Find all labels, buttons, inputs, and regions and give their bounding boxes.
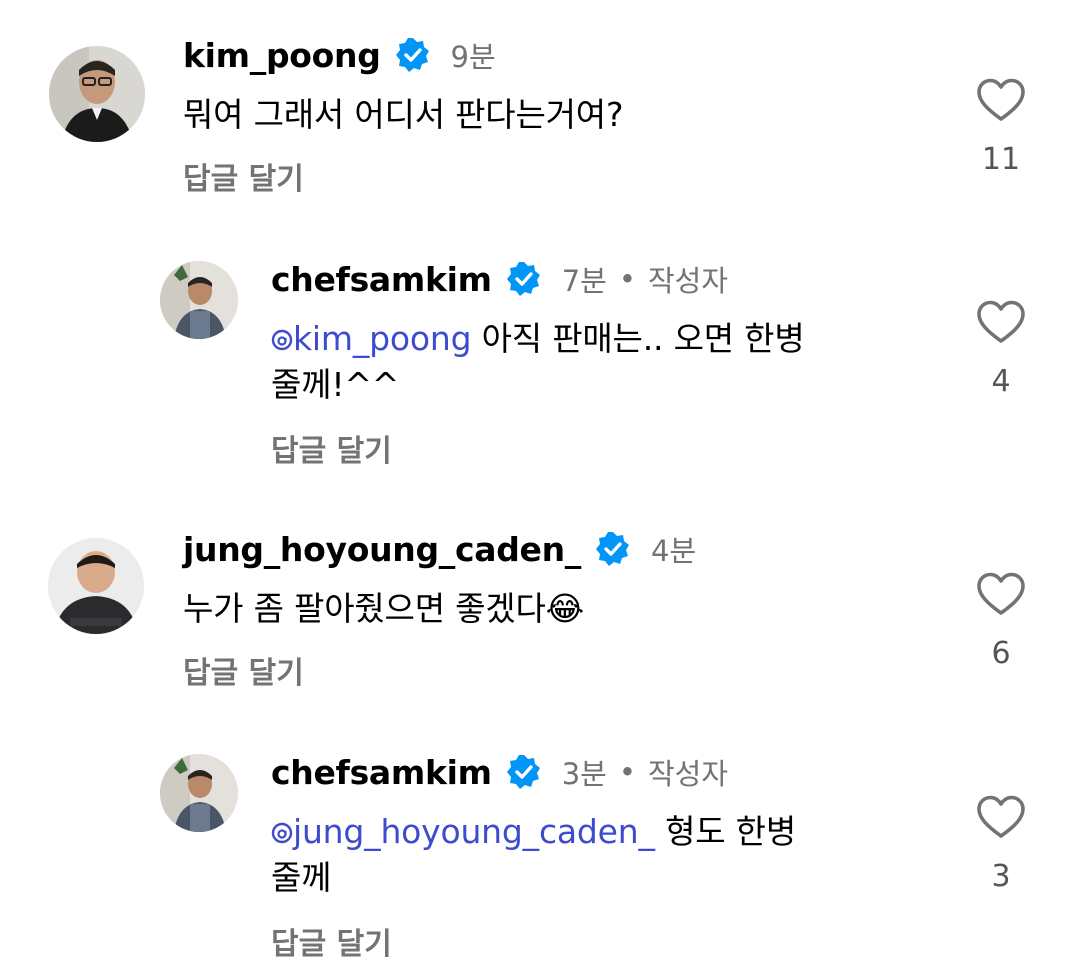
timestamp: 4분 — [651, 534, 697, 568]
reply-button[interactable]: 답글 달기 — [271, 426, 392, 470]
comment-header: chefsamkim 7분 • 작성자 — [271, 258, 728, 300]
timestamp: 9분 — [450, 40, 496, 74]
comment-text: 누가 좀 팔아줬으면 좋겠다😂 — [183, 586, 584, 632]
reply-button[interactable]: 답글 달기 — [271, 919, 392, 963]
reply-button[interactable]: 답글 달기 — [183, 648, 304, 692]
like-control: 3 — [975, 795, 1027, 894]
threads-at-icon — [271, 329, 293, 351]
heart-outline-icon[interactable] — [976, 78, 1026, 122]
reply-chefsamkim-2: chefsamkim 3분 • 작성자 jung_hoyoung_caden_ … — [0, 735, 1080, 976]
avatar[interactable] — [48, 538, 144, 634]
separator: • — [618, 755, 636, 789]
comment-header: kim_poong 9분 — [183, 34, 496, 76]
comment-header: chefsamkim 3분 • 작성자 — [271, 751, 728, 793]
comment-text-line1: 아직 판매는.. 오면 한병 — [471, 319, 805, 358]
heart-outline-icon[interactable] — [976, 300, 1026, 344]
comment-text-line1: 형도 한병 — [654, 812, 797, 851]
heart-outline-icon[interactable] — [976, 795, 1026, 839]
like-control: 4 — [975, 300, 1027, 399]
avatar[interactable] — [49, 46, 145, 142]
like-control: 6 — [975, 572, 1027, 671]
mention-text[interactable]: jung_hoyoung_caden_ — [293, 812, 655, 851]
comment-kim-poong: kim_poong 9분 뭐여 그래서 어디서 판다는거여? 답글 달기 11 — [0, 0, 1080, 240]
like-count: 3 — [991, 859, 1011, 894]
username[interactable]: chefsamkim — [271, 260, 492, 299]
heart-outline-icon[interactable] — [976, 572, 1026, 616]
comment-text-line2: 줄께!^^ — [271, 365, 400, 404]
mention-link[interactable]: kim_poong — [271, 319, 472, 358]
verified-badge-icon — [595, 531, 631, 567]
verified-badge-icon — [506, 754, 542, 790]
timestamp: 3분 — [561, 757, 607, 791]
username[interactable]: jung_hoyoung_caden_ — [183, 530, 581, 569]
username[interactable]: chefsamkim — [271, 753, 492, 792]
avatar[interactable] — [160, 754, 238, 832]
author-tag: 작성자 — [647, 264, 729, 298]
author-tag: 작성자 — [647, 757, 729, 791]
separator: • — [618, 262, 636, 296]
timestamp: 7분 — [561, 264, 607, 298]
mention-text[interactable]: kim_poong — [293, 319, 472, 358]
comment-text-content: 누가 좀 팔아줬으면 좋겠다😂 — [183, 589, 584, 628]
verified-badge-icon — [395, 37, 431, 73]
verified-badge-icon — [506, 261, 542, 297]
like-count: 11 — [981, 142, 1021, 177]
like-control: 11 — [975, 78, 1027, 177]
comment-header: jung_hoyoung_caden_ 4분 — [183, 528, 696, 570]
like-count: 4 — [991, 364, 1011, 399]
reply-button[interactable]: 답글 달기 — [183, 154, 304, 198]
like-count: 6 — [991, 636, 1011, 671]
username[interactable]: kim_poong — [183, 36, 381, 75]
comment-jung-hoyoung: jung_hoyoung_caden_ 4분 누가 좀 팔아줬으면 좋겠다😂 답… — [0, 490, 1080, 735]
comment-text: jung_hoyoung_caden_ 형도 한병 줄께 — [271, 809, 911, 901]
comment-text-content: 뭐여 그래서 어디서 판다는거여? — [183, 95, 624, 134]
comment-text-line2: 줄께 — [271, 858, 332, 897]
comment-text: kim_poong 아직 판매는.. 오면 한병 줄께!^^ — [271, 316, 911, 408]
reply-chefsamkim-1: chefsamkim 7분 • 작성자 kim_poong 아직 판매는.. 오… — [0, 240, 1080, 490]
avatar[interactable] — [160, 261, 238, 339]
mention-link[interactable]: jung_hoyoung_caden_ — [271, 812, 655, 851]
comment-text: 뭐여 그래서 어디서 판다는거여? — [183, 92, 623, 138]
threads-at-icon — [271, 822, 293, 844]
